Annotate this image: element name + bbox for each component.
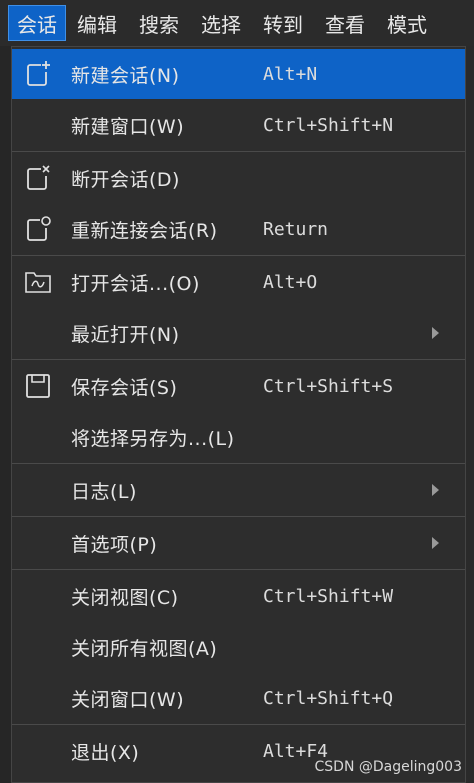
save-session-label: 保存会话(S) [71, 376, 178, 399]
menu-item-new-window[interactable]: 新建窗口(W) Ctrl+Shift+N [12, 100, 465, 150]
recent-label: 最近打开(N) [71, 323, 180, 346]
separator [12, 255, 465, 256]
preferences-label: 首选项(P) [71, 533, 158, 556]
submenu-arrow-icon [432, 484, 439, 496]
watermark: CSDN @Dageling003 [314, 759, 463, 775]
menu-select[interactable]: 选择 [190, 6, 252, 40]
menu-search[interactable]: 搜索 [128, 6, 190, 40]
save-icon [24, 372, 52, 400]
menu-mode[interactable]: 模式 [376, 6, 438, 40]
menu-item-open-session[interactable]: 打开会话...(O) Alt+O [12, 257, 465, 307]
menu-session[interactable]: 会话 [8, 5, 66, 41]
new-window-label: 新建窗口(W) [71, 115, 185, 138]
close-view-shortcut: Ctrl+Shift+W [263, 585, 394, 607]
menu-item-reconnect[interactable]: 重新连接会话(R) Return [12, 204, 465, 254]
new-session-label: 新建会话(N) [71, 64, 180, 87]
reconnect-icon [24, 215, 52, 243]
disconnect-icon [24, 164, 52, 192]
new-session-shortcut: Alt+N [263, 63, 318, 85]
separator [12, 359, 465, 360]
new-window-shortcut: Ctrl+Shift+N [263, 114, 394, 136]
session-dropdown-menu: 新建会话(N) Alt+N 新建窗口(W) Ctrl+Shift+N 断开会话(… [11, 46, 466, 783]
open-session-shortcut: Alt+O [263, 271, 318, 293]
close-window-label: 关闭窗口(W) [71, 688, 185, 711]
close-all-views-label: 关闭所有视图(A) [71, 637, 218, 660]
menu-item-disconnect[interactable]: 断开会话(D) [12, 153, 465, 203]
submenu-arrow-icon [432, 537, 439, 549]
menu-item-close-all-views[interactable]: 关闭所有视图(A) [12, 622, 465, 672]
menu-item-save-selection[interactable]: 将选择另存为...(L) [12, 412, 465, 462]
reconnect-label: 重新连接会话(R) [71, 219, 218, 242]
exit-label: 退出(X) [71, 741, 140, 764]
separator [12, 463, 465, 464]
menu-bar: 会话 编辑 搜索 选择 转到 查看 模式 [0, 0, 474, 47]
open-folder-icon [24, 268, 52, 296]
open-session-label: 打开会话...(O) [71, 272, 200, 295]
menu-item-log[interactable]: 日志(L) [12, 465, 465, 515]
menu-goto[interactable]: 转到 [252, 6, 314, 40]
background-window-right [466, 46, 474, 783]
separator [12, 569, 465, 570]
menu-item-close-view[interactable]: 关闭视图(C) Ctrl+Shift+W [12, 571, 465, 621]
menu-item-preferences[interactable]: 首选项(P) [12, 518, 465, 568]
menu-item-new-session[interactable]: 新建会话(N) Alt+N [12, 49, 465, 99]
separator [12, 151, 465, 152]
log-label: 日志(L) [71, 480, 137, 503]
reconnect-shortcut: Return [263, 218, 329, 240]
close-view-label: 关闭视图(C) [71, 586, 179, 609]
disconnect-label: 断开会话(D) [71, 168, 180, 191]
submenu-arrow-icon [432, 327, 439, 339]
menu-item-close-window[interactable]: 关闭窗口(W) Ctrl+Shift+Q [12, 673, 465, 723]
menu-item-recent[interactable]: 最近打开(N) [12, 308, 465, 358]
save-selection-label: 将选择另存为...(L) [71, 427, 235, 450]
separator [12, 724, 465, 725]
menu-item-save-session[interactable]: 保存会话(S) Ctrl+Shift+S [12, 361, 465, 411]
menu-edit[interactable]: 编辑 [66, 6, 128, 40]
separator [12, 516, 465, 517]
menu-view[interactable]: 查看 [314, 6, 376, 40]
background-window-left [0, 46, 11, 783]
save-session-shortcut: Ctrl+Shift+S [263, 375, 394, 397]
new-session-icon [24, 60, 52, 88]
close-window-shortcut: Ctrl+Shift+Q [263, 687, 394, 709]
